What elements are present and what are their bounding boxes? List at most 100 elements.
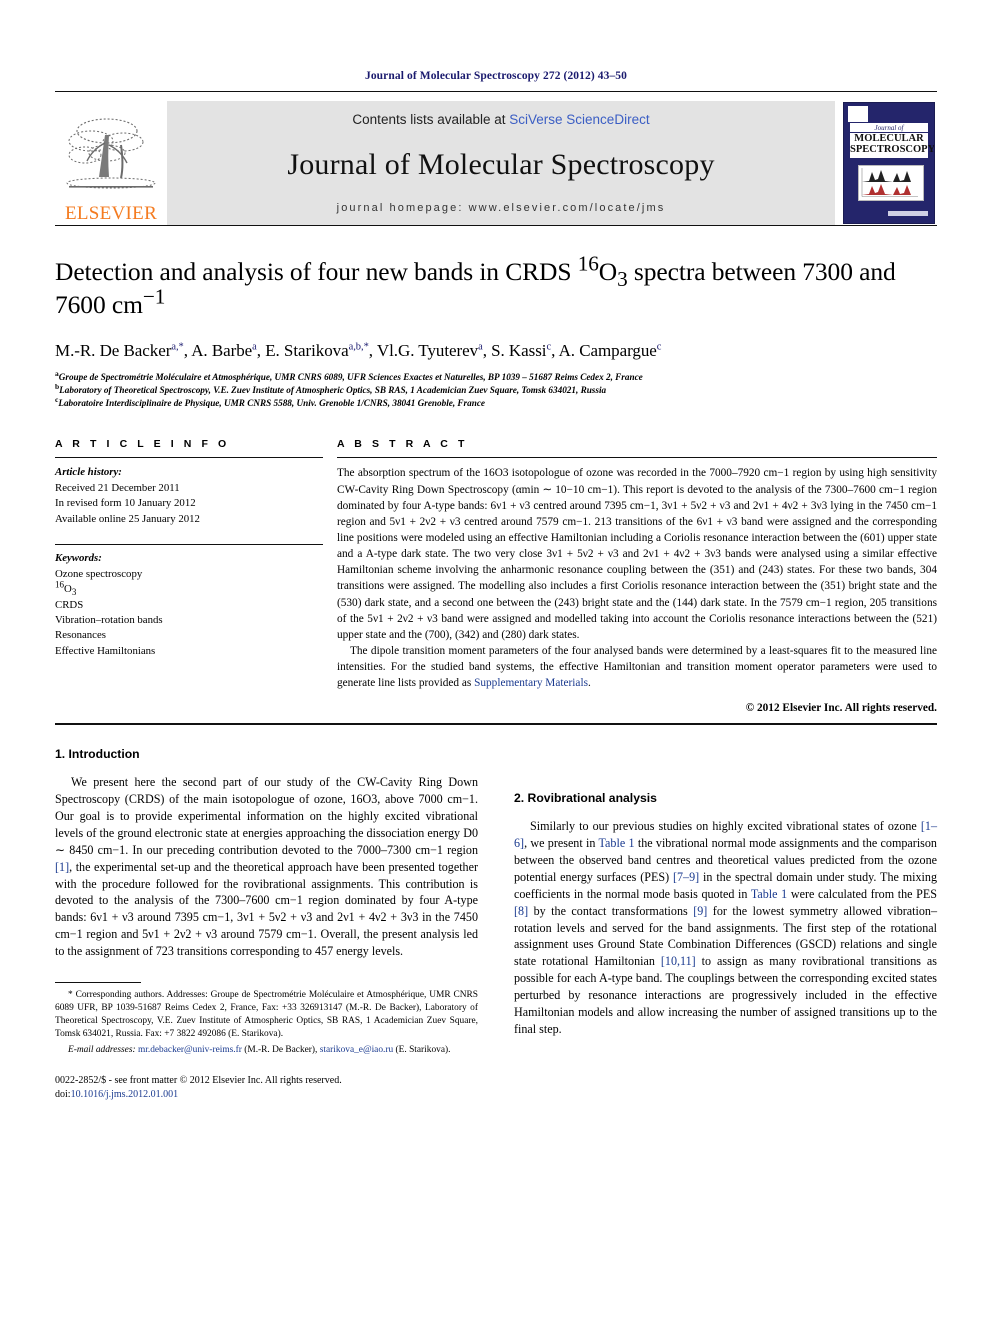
title-unit-superscript: −1 [142,284,166,309]
reference-link-7-9[interactable]: [7–9] [673,870,699,884]
article-page: Journal of Molecular Spectroscopy 272 (2… [0,0,992,1323]
cover-journal-of: Journal of [850,123,928,132]
author-affiliation-mark: a [478,341,483,353]
table-1-link-a[interactable]: Table 1 [599,836,635,850]
copyright-line: © 2012 Elsevier Inc. All rights reserved… [745,702,937,715]
cover-title-line2: SPECTROSCOPY [850,143,935,155]
doi-link[interactable]: 10.1016/j.jms.2012.01.001 [71,1089,179,1100]
rovib-text-b: , we present in [524,836,599,851]
affiliation-text: Laboratory of Theoretical Spectroscopy, … [59,385,607,396]
reference-link-8[interactable]: [8] [514,904,528,918]
author-name: E. Starikova [265,341,349,361]
author-affiliation-mark: a [252,341,257,353]
masthead-center: Contents lists available at SciVerse Sci… [167,101,835,225]
author-affiliation-mark: a,b,* [348,341,369,353]
rovib-text-e: were calculated from the PES [787,886,938,901]
history-item: Available online 25 January 2012 [55,512,200,525]
cover-spectrum-plot-icon [858,165,924,201]
rovib-text-a: Similarly to our previous studies on hig… [530,819,921,834]
reference-link-10-11[interactable]: [10,11] [661,954,696,968]
journal-masthead: ELSEVIER Contents lists available at Sci… [55,101,937,225]
intro-text-a: We present here the second part of our s… [55,775,478,857]
affiliation-item: bLaboratory of Theoretical Spectroscopy,… [55,383,937,397]
issn-block: 0022-2852/$ - see front matter © 2012 El… [55,1074,478,1102]
journal-cover-thumbnail[interactable]: Journal of MOLECULAR SPECTROSCOPY [841,101,937,225]
abstract-rule [337,457,937,459]
body-column-left: 1. Introduction We present here the seco… [55,747,478,1101]
contents-prefix: Contents lists available at [352,112,510,127]
body-column-right: 2. Rovibrational analysis Similarly to o… [514,747,937,1101]
table-1-link-b[interactable]: Table 1 [751,887,787,901]
doi-line: doi:10.1016/j.jms.2012.01.001 [55,1088,478,1102]
title-part-1: Detection and analysis of four new bands… [55,257,578,286]
abstract-paragraph-text: The dipole transition moment parameters … [337,644,937,690]
running-head: Journal of Molecular Spectroscopy 272 (2… [364,70,628,82]
rovib-text-f: by the contact transformations [528,903,694,918]
running-head-rule [55,91,937,92]
journal-homepage-link[interactable]: journal homepage: www.elsevier.com/locat… [337,202,666,214]
page-title: Detection and analysis of four new bands… [55,253,937,321]
article-info-heading: A R T I C L E I N F O [55,438,230,451]
cover-title: MOLECULAR SPECTROSCOPY [850,133,935,158]
keyword-item: 16O3 [55,579,77,598]
affiliation-text: Laboratoire Interdisciplinaire de Physiq… [58,398,485,409]
author-list: M.-R. De Backera,*, A. Barbea, E. Starik… [55,341,662,361]
title-isotope-superscript: 16 [577,251,599,276]
keywords-label: Keywords: [55,552,102,565]
author-name: Vl.G. Tyuterev [376,341,479,361]
footnote-rule [55,981,141,983]
journal-title: Journal of Molecular Spectroscopy [287,147,715,181]
article-info-column: A R T I C L E I N F O Article history: R… [55,438,323,714]
reference-link-9[interactable]: [9] [693,904,707,918]
cover-art: Journal of MOLECULAR SPECTROSCOPY [843,102,935,224]
info-abstract-region: A R T I C L E I N F O Article history: R… [55,438,937,714]
body-columns: 1. Introduction We present here the seco… [55,747,937,1101]
reference-link-1[interactable]: [1] [55,860,69,874]
author-name: S. Kassi [491,341,547,361]
rovibrational-paragraph: Similarly to our previous studies on hig… [514,818,937,1037]
author-item: S. Kassic [491,341,551,360]
elsevier-logo: ELSEVIER [55,101,167,225]
author-item: E. Starikovaa,b,* [265,341,369,360]
abstract-column: A B S T R A C T The absorption spectrum … [337,438,937,714]
title-block: Detection and analysis of four new bands… [55,226,937,410]
section-heading-rovibrational: 2. Rovibrational analysis [514,791,657,806]
affiliation-item: aGroupe de Spectrométrie Moléculaire et … [55,370,937,384]
sciencedirect-link[interactable]: SciVerse ScienceDirect [509,112,649,127]
corresponding-author-footnote: * Corresponding authors. Addresses: Grou… [55,989,478,1039]
keyword-item: Vibration–rotation bands [55,613,163,626]
elsevier-wordmark: ELSEVIER [64,203,158,224]
email-owner-2: (E. Starikova). [393,1044,451,1055]
author-affiliation-mark: c [656,341,662,353]
issn-line: 0022-2852/$ - see front matter © 2012 El… [55,1074,342,1086]
contents-list-line: Contents lists available at SciVerse Sci… [352,112,649,127]
author-name: M.-R. De Backer [55,341,172,361]
affiliation-list: aGroupe de Spectrométrie Moléculaire et … [55,370,937,410]
affiliation-text: Groupe de Spectrométrie Moléculaire et A… [58,372,643,383]
email-owner-1: (M.-R. De Backer), [241,1044,320,1055]
author-name: A. Campargue [558,341,657,361]
history-item: In revised form 10 January 2012 [55,497,196,510]
author-item: A. Camparguec [559,341,662,360]
supplementary-materials-link[interactable]: Supplementary Materials [474,677,588,689]
email-link-1[interactable]: mr.debacker@univ-reims.fr [138,1045,242,1055]
author-name: A. Barbe [191,341,253,361]
doi-label: doi: [55,1088,71,1100]
keywords-rule [55,544,323,546]
footnote-area: * Corresponding authors. Addresses: Grou… [55,981,478,1102]
author-affiliation-mark: a,* [171,341,184,353]
title-part-2: spectra between 7300 [627,257,853,286]
article-history-label: Article history: [55,466,122,479]
article-info-rule [55,457,323,459]
email-footnote: E-mail addresses: mr.debacker@univ-reims… [55,1044,478,1057]
abstract-paragraph-end: . [587,677,591,690]
author-item: M.-R. De Backera,* [55,341,184,360]
history-item: Received 21 December 2011 [55,481,180,494]
intro-text-b: , the experimental set-up and the theore… [55,859,478,958]
abstract-bottom-rule [55,723,937,726]
email-link-2[interactable]: starikova_e@iao.ru [320,1045,393,1055]
abstract-paragraph: The dipole transition moment parameters … [337,643,937,691]
abstract-heading: A B S T R A C T [337,438,468,451]
affiliation-item: cLaboratoire Interdisciplinaire de Physi… [55,396,937,410]
section-heading-introduction: 1. Introduction [55,747,140,762]
